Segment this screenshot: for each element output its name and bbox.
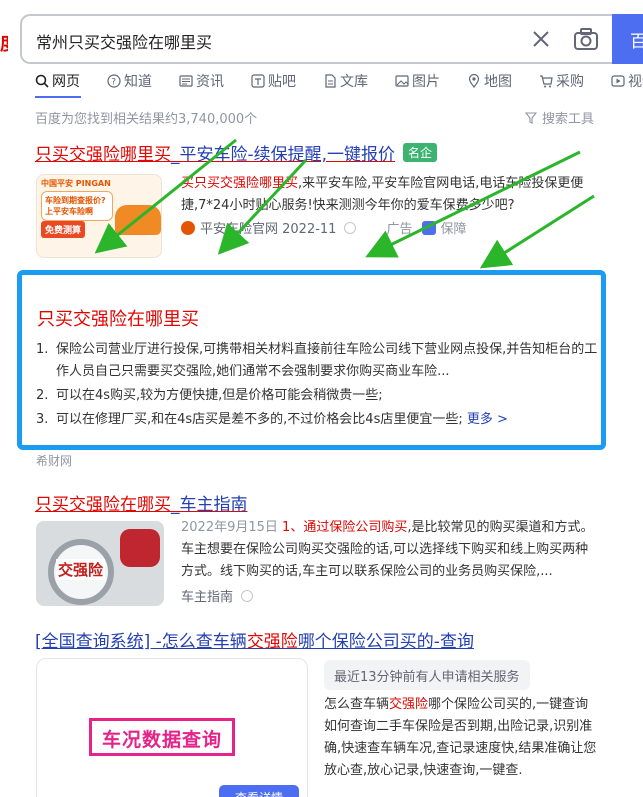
filter-icon — [525, 111, 537, 124]
ad-label: 广告 — [386, 222, 413, 237]
result-description: 2022年9月15日 1、通过保险公司购买,是比较常见的购买渠道和方式。车主想要… — [181, 517, 601, 583]
featured-snippet: 只买交强险在哪里买 1. 保险公司营业厅进行投保,可携带相关材料直接前往车险公司线… — [17, 270, 606, 450]
search-button[interactable]: 百 — [612, 14, 643, 64]
tab-map[interactable]: 地图 — [467, 68, 512, 94]
list-item: 1. 保险公司营业厅进行投保,可携带相关材料直接前往车险公司线下营业网点投保,并告… — [36, 339, 601, 383]
search-tools-label: 搜索工具 — [542, 112, 595, 127]
video-icon — [611, 75, 625, 87]
result-count: 百度为您找到相关结果约3,740,000个 — [35, 112, 258, 127]
tab-wenku[interactable]: 文库 — [323, 68, 368, 94]
news-icon — [179, 75, 193, 87]
tab-label: 图片 — [412, 74, 440, 90]
thumb-text: 交强险 — [56, 559, 106, 580]
svg-text:?: ? — [111, 78, 116, 88]
thumb-brand: 中国平安 PINGAN — [41, 179, 111, 188]
tab-video[interactable]: 视频 — [611, 68, 643, 94]
desc-text: 怎么查车辆 — [324, 697, 390, 712]
result-thumbnail[interactable]: 交强险 — [36, 521, 164, 606]
featured-title[interactable]: 只买交强险在哪里买 — [37, 305, 199, 331]
result-source-row: 车主指南 — [181, 586, 254, 605]
more-link[interactable]: 更多 > — [467, 412, 508, 427]
document-icon — [325, 74, 336, 88]
tab-web[interactable]: 网页 — [35, 68, 80, 94]
thumb-cta: 免费测算 — [41, 221, 86, 238]
cart-icon — [540, 75, 553, 88]
pingan-logo-icon — [181, 220, 195, 235]
featured-source[interactable]: 希财网 — [36, 452, 72, 469]
search-box[interactable]: 常州只买交强险在哪里买 — [20, 14, 632, 64]
desc-highlight: 交强险 — [389, 697, 429, 712]
camera-icon[interactable] — [573, 27, 599, 51]
tab-label: 地图 — [484, 74, 512, 90]
question-icon: ? — [107, 74, 121, 88]
source-name[interactable]: 车主指南 — [181, 586, 233, 605]
verified-icon — [422, 220, 437, 235]
tab-news[interactable]: 资讯 — [179, 68, 224, 94]
result-description: 买只买交强险哪里买,来平安车险,平安车险官网电话,电话车险投保更便捷,7*24小… — [181, 173, 601, 217]
result-source-row: 平安车险官网 2022-11 广告 保障 — [181, 218, 466, 237]
tab-label: 网页 — [52, 74, 80, 90]
result-date: 2022年9月15日 — [181, 520, 278, 535]
list-text: 可以在修理厂买,和在4s店买是差不多的,不过价格会比4s店里便宜一些; — [56, 412, 463, 427]
list-text: 保险公司营业厅进行投保,可携带相关材料直接前往车险公司线下营业网点投保,并告知柜… — [56, 342, 598, 379]
tab-purchase[interactable]: 采购 — [539, 68, 584, 94]
search-tools-button[interactable]: 搜索工具 — [525, 108, 594, 127]
card-label: 车况数据查询 — [89, 718, 236, 756]
tab-label: 贴吧 — [268, 74, 296, 90]
ad-thumbnail[interactable]: 中国平安 PINGAN 车险到期查报价? 上平安车险啊 免费测算 — [36, 174, 162, 258]
source-name[interactable]: 平安车险官网 2022-11 — [200, 218, 336, 237]
service-card[interactable]: 车况数据查询 查看详情 — [36, 658, 308, 797]
search-icon — [35, 74, 49, 88]
list-item: 3. 可以在修理厂买,和在4s店买是差不多的,不过价格会比4s店里便宜一些; 更多… — [36, 409, 601, 431]
search-input[interactable]: 常州只买交强险在哪里买 — [36, 29, 212, 53]
car-illustration — [120, 529, 160, 567]
info-icon[interactable] — [344, 221, 357, 234]
tab-label: 视频 — [628, 74, 643, 90]
car-illustration — [115, 205, 161, 235]
title-rest[interactable]: _车主指南 — [171, 495, 248, 515]
list-number: 1. — [36, 342, 49, 357]
title-part[interactable]: [全国查询系统] -怎么查车辆 — [35, 632, 247, 652]
list-number: 2. — [36, 388, 49, 403]
tab-images[interactable]: 图片 — [395, 68, 440, 94]
info-icon[interactable] — [241, 589, 254, 602]
map-pin-icon — [468, 74, 480, 88]
tab-zhidao[interactable]: ? 知道 — [107, 68, 152, 94]
list-item: 2. 可以在4s购买,较为方便快捷,但是价格可能会稍微贵一些; — [36, 385, 601, 407]
enterprise-badge: 名企 — [403, 143, 438, 162]
tab-label: 知道 — [124, 74, 152, 90]
list-number: 3. — [36, 412, 49, 427]
tieba-icon — [251, 74, 265, 88]
tab-label: 资讯 — [196, 74, 224, 90]
thumb-bubble: 车险到期查报价? 上平安车险啊 — [41, 191, 113, 221]
result-title-query[interactable]: [全国查询系统] -怎么查车辆交强险哪个保险公司买的-查询 — [35, 627, 474, 652]
title-part[interactable]: 哪个保险公司买的-查询 — [298, 632, 474, 652]
desc-highlight: 买只买交强险哪里买 — [181, 176, 299, 191]
recent-activity-badge: 最近13分钟前有人申请相关服务 — [324, 660, 530, 690]
title-highlight[interactable]: 只买交强险在哪买 — [35, 495, 171, 515]
tab-tieba[interactable]: 贴吧 — [251, 68, 296, 94]
title-rest[interactable]: _平安车险-续保提醒,一键报价 — [171, 145, 395, 165]
title-highlight[interactable]: 只买交强险哪里买 — [35, 145, 171, 165]
clear-icon[interactable] — [530, 28, 552, 50]
result-title-pingan[interactable]: 只买交强险哪里买_平安车险-续保提醒,一键报价 名企 — [35, 140, 438, 165]
tab-label: 文库 — [340, 74, 368, 90]
result-description: 怎么查车辆交强险哪个保险公司买的,一键查询如何查询二手车保险是否到期,出险记录,… — [324, 694, 600, 782]
image-icon — [395, 75, 409, 87]
active-tab-underline — [35, 96, 81, 98]
tab-label: 采购 — [556, 74, 584, 90]
title-highlight[interactable]: 交强险 — [247, 632, 298, 652]
view-details-button[interactable]: 查看详情 — [219, 785, 299, 797]
featured-list: 1. 保险公司营业厅进行投保,可携带相关材料直接前往车险公司线下营业网点投保,并告… — [36, 339, 601, 433]
baidu-logo-fragment[interactable]: 度 — [0, 30, 8, 52]
search-tabs: 网页 ? 知道 资讯 贴吧 文库 图片 地图 采购 视频 — [35, 68, 643, 94]
result-title-chezhu[interactable]: 只买交强险在哪买_车主指南 — [35, 490, 248, 515]
desc-highlight: 1、通过保险公司购买 — [282, 520, 408, 535]
list-text: 可以在4s购买,较为方便快捷,但是价格可能会稍微贵一些; — [56, 388, 383, 403]
verified-label: 保障 — [440, 222, 467, 237]
